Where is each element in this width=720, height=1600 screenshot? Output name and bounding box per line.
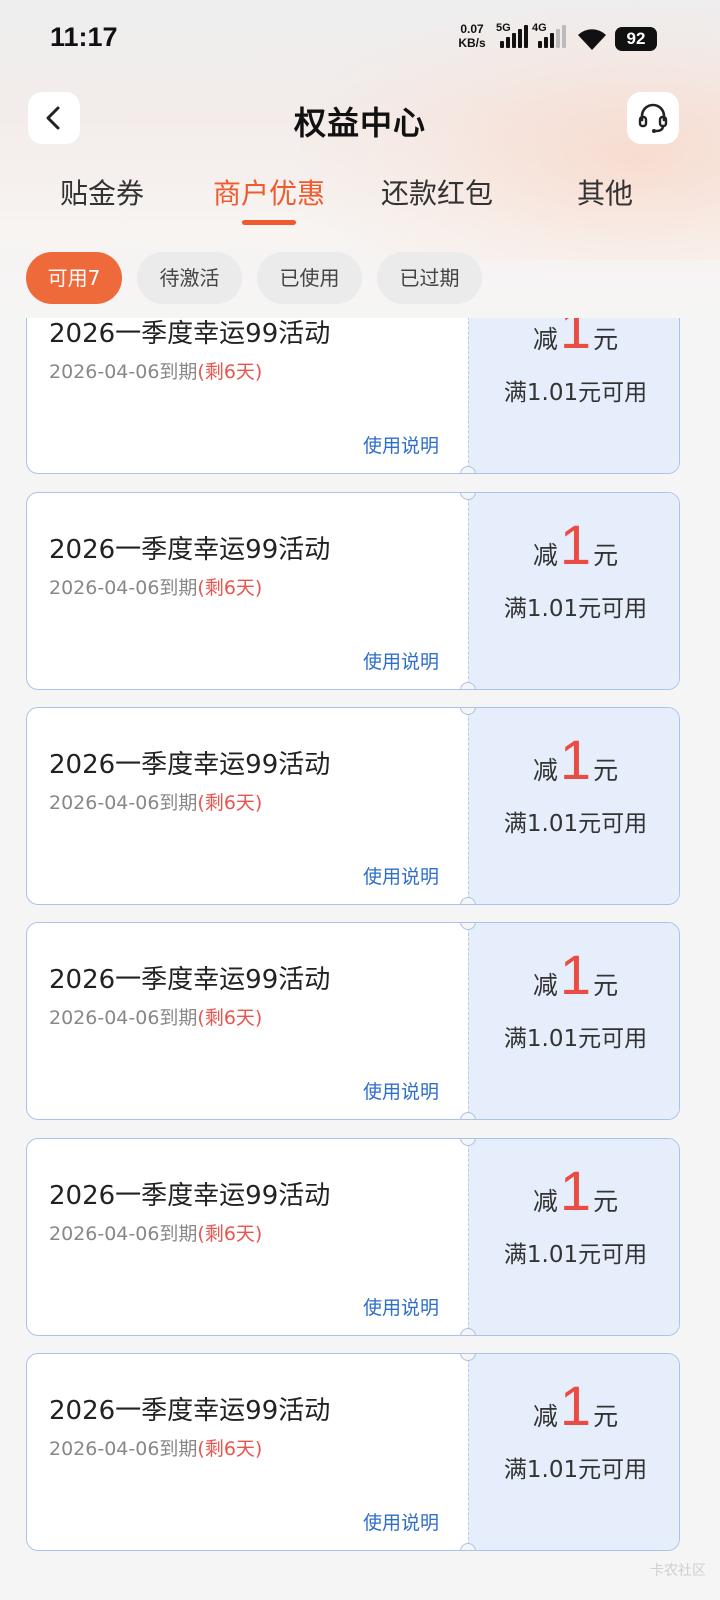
- coupon-title: 2026一季度幸运99活动: [49, 1396, 331, 1426]
- sim2-network-label: 4G: [532, 22, 547, 34]
- status-bar: 11:17 0.07 KB/s 5G 4G 92: [0, 0, 720, 80]
- filter-available[interactable]: 可用7: [26, 252, 122, 304]
- headset-icon: [638, 103, 668, 133]
- wifi-icon: [578, 29, 606, 50]
- active-tab-indicator: [242, 220, 296, 225]
- sim1-network-label: 5G: [496, 22, 511, 34]
- coupon-remaining-days: (剩6天): [197, 1223, 263, 1245]
- coupon-expiry: 2026-04-06到期(剩6天): [49, 577, 263, 599]
- coupon-value-panel: 减1元 满1.01元可用: [468, 1139, 679, 1335]
- coupon-card[interactable]: 2026一季度幸运99活动 2026-04-06到期(剩6天) 使用说明 减1元…: [26, 1353, 680, 1551]
- coupon-amount: 减1元: [532, 318, 619, 360]
- coupon-remaining-days: (剩6天): [197, 361, 263, 383]
- coupon-remaining-days: (剩6天): [197, 577, 263, 599]
- network-speed-unit: KB/s: [458, 36, 486, 50]
- signal-sim1-icon: 5G: [496, 22, 528, 48]
- tab-gold-coupon[interactable]: 贴金券: [17, 170, 187, 230]
- coupon-amount: 减1元: [532, 728, 619, 791]
- coupon-value-panel: 减1元 满1.01元可用: [468, 708, 679, 904]
- watermark: 卡农社区: [650, 1563, 706, 1579]
- signal-sim2-icon: 4G: [532, 22, 568, 48]
- usage-instructions-link[interactable]: 使用说明: [363, 1293, 439, 1320]
- coupon-remaining-days: (剩6天): [197, 1438, 263, 1460]
- customer-service-button[interactable]: [627, 92, 679, 144]
- coupon-condition: 满1.01元可用: [503, 1457, 648, 1483]
- battery-indicator: 92: [615, 27, 657, 51]
- coupon-expiry: 2026-04-06到期(剩6天): [49, 1007, 263, 1029]
- coupon-expiry: 2026-04-06到期(剩6天): [49, 792, 263, 814]
- coupon-title: 2026一季度幸运99活动: [49, 750, 331, 780]
- coupon-card[interactable]: 2026一季度幸运99活动 2026-04-06到期(剩6天) 使用说明 减1元…: [26, 492, 680, 690]
- network-speed-value: 0.07: [460, 22, 484, 36]
- coupon-card[interactable]: 2026一季度幸运99活动 2026-04-06到期(剩6天) 使用说明 减1元…: [26, 707, 680, 905]
- filter-expired[interactable]: 已过期: [377, 252, 482, 304]
- coupon-title: 2026一季度幸运99活动: [49, 319, 331, 349]
- usage-instructions-link[interactable]: 使用说明: [363, 647, 439, 674]
- coupon-card[interactable]: 2026一季度幸运99活动 2026-04-06到期(剩6天) 使用说明 减1元…: [26, 1138, 680, 1336]
- usage-instructions-link[interactable]: 使用说明: [363, 862, 439, 889]
- coupon-title: 2026一季度幸运99活动: [49, 965, 331, 995]
- coupon-value-panel: 减1元 满1.01元可用: [468, 318, 679, 473]
- filter-pending-activation[interactable]: 待激活: [137, 252, 242, 304]
- status-time: 11:17: [50, 22, 118, 52]
- coupon-amount: 减1元: [532, 943, 619, 1006]
- coupon-condition: 满1.01元可用: [503, 596, 648, 622]
- page-title: 权益中心: [293, 104, 426, 142]
- category-tabs: 贴金券 商户优惠 还款红包 其他: [0, 170, 720, 232]
- usage-instructions-link[interactable]: 使用说明: [363, 431, 439, 458]
- coupon-title: 2026一季度幸运99活动: [49, 535, 331, 565]
- coupon-amount: 减1元: [532, 513, 619, 576]
- coupon-card[interactable]: 2026一季度幸运99活动 2026-04-06到期(剩6天) 使用说明 减1元…: [26, 318, 680, 474]
- filter-used[interactable]: 已使用: [257, 252, 362, 304]
- coupon-title: 2026一季度幸运99活动: [49, 1181, 331, 1211]
- coupon-condition: 满1.01元可用: [503, 1026, 648, 1052]
- usage-instructions-link[interactable]: 使用说明: [363, 1508, 439, 1535]
- coupon-card[interactable]: 2026一季度幸运99活动 2026-04-06到期(剩6天) 使用说明 减1元…: [26, 922, 680, 1120]
- coupon-condition: 满1.01元可用: [503, 811, 648, 837]
- coupon-amount: 减1元: [532, 1374, 619, 1437]
- coupon-remaining-days: (剩6天): [197, 1007, 263, 1029]
- coupon-list[interactable]: 2026一季度幸运99活动 2026-04-06到期(剩6天) 使用说明 减1元…: [0, 318, 720, 1600]
- coupon-expiry: 2026-04-06到期(剩6天): [49, 1223, 263, 1245]
- coupon-condition: 满1.01元可用: [503, 380, 648, 406]
- coupon-condition: 满1.01元可用: [503, 1242, 648, 1268]
- tab-other[interactable]: 其他: [520, 170, 690, 230]
- tab-repayment-red-packet[interactable]: 还款红包: [352, 170, 522, 230]
- coupon-expiry: 2026-04-06到期(剩6天): [49, 1438, 263, 1460]
- coupon-amount: 减1元: [532, 1159, 619, 1222]
- network-speed: 0.07 KB/s: [454, 22, 490, 50]
- coupon-value-panel: 减1元 满1.01元可用: [468, 923, 679, 1119]
- page-header: 权益中心: [0, 92, 720, 148]
- status-filters: 可用7 待激活 已使用 已过期: [0, 252, 720, 306]
- coupon-expiry: 2026-04-06到期(剩6天): [49, 361, 263, 383]
- coupon-value-panel: 减1元 满1.01元可用: [468, 493, 679, 689]
- coupon-value-panel: 减1元 满1.01元可用: [468, 1354, 679, 1550]
- usage-instructions-link[interactable]: 使用说明: [363, 1077, 439, 1104]
- coupon-remaining-days: (剩6天): [197, 792, 263, 814]
